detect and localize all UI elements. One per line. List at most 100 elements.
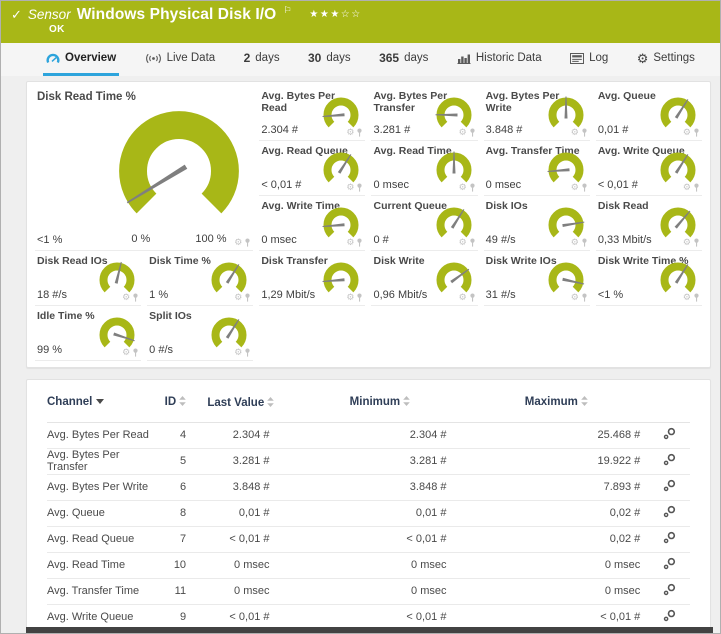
gear-icon[interactable]: ⚙	[459, 238, 467, 247]
primary-gauge-cell[interactable]: Disk Read Time % 0 % 100 % <1 % ⚙	[35, 86, 254, 251]
edit-channel-button[interactable]	[648, 453, 690, 469]
gauge-cell[interactable]: Avg. Read Queue < 0,01 # ⚙	[259, 141, 366, 196]
gear-icon[interactable]: ⚙	[683, 128, 691, 137]
gauge-cell-actions[interactable]: ⚙	[122, 348, 139, 357]
gear-icon[interactable]: ⚙	[234, 348, 242, 357]
gear-icon[interactable]: ⚙	[683, 183, 691, 192]
gear-icon[interactable]: ⚙	[459, 128, 467, 137]
gauge-cell[interactable]: Current Queue 0 # ⚙	[371, 196, 478, 251]
gear-icon[interactable]: ⚙	[234, 293, 242, 302]
gauge-cell-actions[interactable]: ⚙	[683, 128, 700, 137]
tab-overview[interactable]: Overview	[43, 43, 120, 76]
gauge-cell[interactable]: Avg. Transfer Time 0 msec ⚙	[483, 141, 590, 196]
tab-settings[interactable]: ⚙ Settings	[634, 43, 698, 76]
gauge-cell[interactable]: Split IOs 0 #/s ⚙	[147, 306, 254, 361]
column-header-last[interactable]: Last Value	[186, 396, 295, 412]
gauge-scale-min: 0 %	[131, 233, 151, 245]
gauge-cell-actions[interactable]: ⚙	[683, 238, 700, 247]
tab-label: Overview	[65, 52, 117, 64]
gauge-cell[interactable]: Avg. Read Time 0 msec ⚙	[371, 141, 478, 196]
gauge-cell[interactable]: Idle Time % 99 % ⚙	[35, 306, 142, 361]
gauge-cell[interactable]: Disk Read 0,33 Mbit/s ⚙	[595, 196, 702, 251]
gauge-cell-actions[interactable]: ⚙	[122, 293, 139, 302]
channel-name[interactable]: Avg. Bytes Per Read	[47, 429, 156, 441]
edit-channel-button[interactable]	[648, 427, 690, 443]
gauge-cell[interactable]: Disk Write Time % <1 % ⚙	[595, 251, 702, 306]
gauge-cell-actions[interactable]: ⚙	[346, 238, 363, 247]
edit-channel-button[interactable]	[648, 531, 690, 547]
sort-icon	[267, 397, 275, 407]
gear-icon[interactable]: ⚙	[459, 183, 467, 192]
edit-channel-button[interactable]	[648, 583, 690, 599]
gauge-cell[interactable]: Avg. Write Queue < 0,01 # ⚙	[595, 141, 702, 196]
column-header-max[interactable]: Maximum	[464, 396, 648, 408]
gauge-cell[interactable]: Disk Time % 1 % ⚙	[147, 251, 254, 306]
gauge-cell-actions[interactable]: ⚙	[683, 183, 700, 192]
gear-icon[interactable]: ⚙	[571, 293, 579, 302]
edit-channel-button[interactable]	[648, 609, 690, 625]
channel-name[interactable]: Avg. Bytes Per Transfer	[47, 449, 156, 473]
gauge-cell-actions[interactable]: ⚙	[459, 238, 476, 247]
tab-30-days[interactable]: 30 days	[305, 43, 354, 76]
channel-minimum: 0 msec	[411, 585, 447, 598]
gauge-cell[interactable]: Disk Write 0,96 Mbit/s ⚙	[371, 251, 478, 306]
gauge-cell-actions[interactable]: ⚙	[459, 183, 476, 192]
column-header-id[interactable]: ID	[156, 396, 186, 408]
channel-name[interactable]: Avg. Transfer Time	[47, 585, 156, 597]
gauge-cell-actions[interactable]: ⚙	[234, 293, 251, 302]
tab-2-days[interactable]: 2 days	[241, 43, 283, 76]
tab-365-days[interactable]: 365 days	[376, 43, 431, 76]
gauge-cell-actions[interactable]: ⚙	[459, 128, 476, 137]
edit-channel-button[interactable]	[648, 479, 690, 495]
gauge-cell-actions[interactable]: ⚙	[346, 293, 363, 302]
gear-icon[interactable]: ⚙	[683, 293, 691, 302]
gear-icon[interactable]: ⚙	[571, 183, 579, 192]
gauge-cell-actions[interactable]: ⚙	[459, 293, 476, 302]
channel-name[interactable]: Avg. Write Queue	[47, 611, 156, 623]
pin-icon	[357, 293, 363, 302]
gauge-cell-actions[interactable]: ⚙	[571, 293, 588, 302]
channel-row: Avg. Transfer Time 11 0 msec 0 msec 0 ms…	[47, 579, 690, 605]
gear-icon[interactable]: ⚙	[234, 238, 242, 247]
gauge-cell[interactable]: Avg. Write Time 0 msec ⚙	[259, 196, 366, 251]
gauge-cell-actions[interactable]: ⚙	[571, 128, 588, 137]
tab-live-data[interactable]: Live Data	[142, 43, 219, 76]
priority-flag-icon[interactable]: ⚐	[283, 5, 291, 16]
gear-icon[interactable]: ⚙	[122, 348, 130, 357]
gauge-cell[interactable]: Disk Transfer 1,29 Mbit/s ⚙	[259, 251, 366, 306]
gear-icon[interactable]: ⚙	[346, 128, 354, 137]
gauge-cell-actions[interactable]: ⚙	[571, 238, 588, 247]
gauge-cell[interactable]: Avg. Queue 0,01 # ⚙	[595, 86, 702, 141]
column-header-channel[interactable]: Channel	[47, 396, 156, 408]
gauge-cell[interactable]: Avg. Bytes Per Transfer 3.281 # ⚙	[371, 86, 478, 141]
channel-name[interactable]: Avg. Read Queue	[47, 533, 156, 545]
gear-icon[interactable]: ⚙	[683, 238, 691, 247]
channel-name[interactable]: Avg. Read Time	[47, 559, 156, 571]
edit-channel-button[interactable]	[648, 557, 690, 573]
gauge-cell-actions[interactable]: ⚙	[346, 183, 363, 192]
gear-icon[interactable]: ⚙	[122, 293, 130, 302]
gauge-cell[interactable]: Disk IOs 49 #/s ⚙	[483, 196, 590, 251]
channel-name[interactable]: Avg. Queue	[47, 507, 156, 519]
gear-icon[interactable]: ⚙	[346, 238, 354, 247]
gauge-cell-actions[interactable]: ⚙	[346, 128, 363, 137]
gauge-cell-actions[interactable]: ⚙	[571, 183, 588, 192]
gauge-cell-actions[interactable]: ⚙	[234, 238, 251, 247]
gauge-cell-actions[interactable]: ⚙	[683, 293, 700, 302]
gear-icon[interactable]: ⚙	[346, 293, 354, 302]
gauge-cell[interactable]: Avg. Bytes Per Read 2.304 # ⚙	[259, 86, 366, 141]
edit-channel-button[interactable]	[648, 505, 690, 521]
gear-icon[interactable]: ⚙	[571, 128, 579, 137]
gear-icon[interactable]: ⚙	[459, 293, 467, 302]
gauge-cell[interactable]: Avg. Bytes Per Write 3.848 # ⚙	[483, 86, 590, 141]
gear-icon[interactable]: ⚙	[346, 183, 354, 192]
gear-icon[interactable]: ⚙	[571, 238, 579, 247]
column-header-min[interactable]: Minimum	[295, 396, 464, 408]
channel-name[interactable]: Avg. Bytes Per Write	[47, 481, 156, 493]
gauge-cell-actions[interactable]: ⚙	[234, 348, 251, 357]
gauge-cell[interactable]: Disk Read IOs 18 #/s ⚙	[35, 251, 142, 306]
tab-historic-data[interactable]: Historic Data	[454, 43, 545, 76]
gauge-cell[interactable]: Disk Write IOs 31 #/s ⚙	[483, 251, 590, 306]
tab-log[interactable]: Log	[567, 43, 611, 76]
priority-stars[interactable]: ★★★☆☆	[309, 9, 361, 20]
